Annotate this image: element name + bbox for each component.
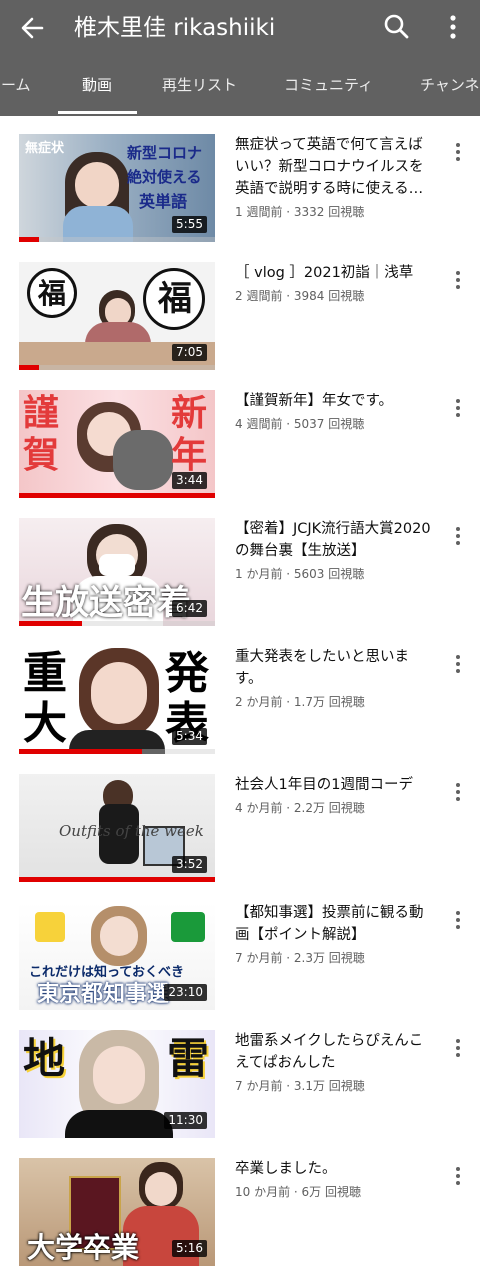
search-button[interactable]: [380, 10, 414, 44]
thumbnail-caption: 重: [23, 648, 67, 699]
video-title[interactable]: 【密着】JCJK流行語大賞2020の舞台裏【生放送】: [235, 518, 435, 562]
video-item[interactable]: これだけは知っておくべき 東京都知事選 23:10 【都知事選】投票前に観る動画…: [0, 884, 480, 1012]
video-thumbnail[interactable]: これだけは知っておくべき 東京都知事選 23:10: [19, 902, 215, 1010]
thumbnail-caption: 絶対使える: [127, 168, 202, 186]
video-meta: 7 か月前 · 3.1万 回視聴: [235, 1079, 365, 1093]
top-row: 椎木里佳 rikashiiki: [0, 0, 480, 56]
video-item[interactable]: 大学卒業 5:16 卒業しました。 10 か月前 · 6万 回視聴: [0, 1140, 480, 1268]
thumbnail-caption: 大学卒業: [27, 1231, 140, 1264]
watch-progress-bar: [19, 493, 215, 498]
video-title[interactable]: 地雷系メイクしたらぴえんこえてぱおんした: [235, 1030, 435, 1074]
channel-app-bar: 椎木里佳 rikashiiki ホーム 動画 再生リスト コミュニティ チャンネ…: [0, 0, 480, 116]
video-more-icon[interactable]: [448, 780, 468, 804]
channel-tabs: ホーム 動画 再生リスト コミュニティ チャンネル: [0, 60, 480, 114]
thumbnail-caption: 年: [171, 435, 208, 476]
video-thumbnail[interactable]: 大学卒業 5:16: [19, 1158, 215, 1266]
watch-progress-bar: [19, 237, 39, 242]
video-title[interactable]: 【謹賀新年】年女です。: [235, 390, 435, 412]
thumbnail-caption: 福: [158, 279, 192, 319]
video-item[interactable]: 生放送密着 6:42 【密着】JCJK流行語大賞2020の舞台裏【生放送】 1 …: [0, 500, 480, 628]
video-more-icon[interactable]: [448, 908, 468, 932]
search-icon: [384, 14, 409, 39]
duration-badge: 7:05: [172, 344, 207, 361]
more-options-button[interactable]: [440, 10, 466, 44]
duration-badge: 6:42: [172, 600, 207, 617]
video-title[interactable]: 【都知事選】投票前に観る動画【ポイント解説】: [235, 902, 435, 946]
video-title[interactable]: 卒業しました。: [235, 1158, 435, 1180]
video-more-icon[interactable]: [448, 1164, 468, 1188]
thumbnail-caption: 東京都知事選: [37, 982, 170, 1007]
thumbnail-caption: 英単語: [139, 192, 188, 211]
duration-badge: 11:30: [164, 1112, 207, 1129]
video-more-icon[interactable]: [448, 1036, 468, 1060]
video-item[interactable]: 無症状 新型コロナ 絶対使える 英単語 5:55 無症状って英語で何て言えばいい…: [0, 116, 480, 244]
watch-progress-track: [19, 237, 215, 242]
duration-badge: 5:55: [172, 216, 207, 233]
video-thumbnail[interactable]: 生放送密着 6:42: [19, 518, 215, 626]
duration-badge: 5:16: [172, 1240, 207, 1257]
video-meta: 1 週間前 · 3332 回視聴: [235, 205, 365, 219]
video-item[interactable]: 福 福 7:05 ［ vlog ］2021初詣｜浅草 2 週間前 · 3984 …: [0, 244, 480, 372]
video-title[interactable]: ［ vlog ］2021初詣｜浅草: [235, 262, 435, 284]
watch-progress-bar: [19, 365, 39, 370]
thumbnail-caption: Outfits of the week: [59, 822, 204, 840]
channel-title: 椎木里佳 rikashiiki: [74, 15, 276, 41]
thumbnail-caption: 雷: [167, 1034, 210, 1083]
tab-playlists[interactable]: 再生リスト: [162, 60, 237, 114]
duration-badge: 3:52: [172, 856, 207, 873]
thumbnail-caption: これだけは知っておくべき: [29, 965, 184, 980]
video-title[interactable]: 社会人1年目の1週間コーデ: [235, 774, 435, 796]
thumbnail-caption: 発: [165, 648, 209, 699]
video-meta: 2 か月前 · 1.7万 回視聴: [235, 695, 365, 709]
video-more-icon[interactable]: [448, 396, 468, 420]
back-button[interactable]: [16, 12, 52, 44]
video-item[interactable]: 重 大 発 表 5:34 重大発表をしたいと思います。 2 か月前 · 1.7万…: [0, 628, 480, 756]
video-meta: 7 か月前 · 2.3万 回視聴: [235, 951, 365, 965]
video-item[interactable]: 地 雷 11:30 地雷系メイクしたらぴえんこえてぱおんした 7 か月前 · 3…: [0, 1012, 480, 1140]
watch-progress-bar: [19, 877, 215, 882]
thumbnail-caption: 大: [23, 698, 67, 749]
more-vert-icon: [450, 15, 456, 39]
video-title[interactable]: 重大発表をしたいと思います。: [235, 646, 435, 690]
video-more-icon[interactable]: [448, 652, 468, 676]
video-meta: 1 か月前 · 5603 回視聴: [235, 567, 365, 581]
video-item[interactable]: 謹 賀 新 年 3:44 【謹賀新年】年女です。 4 週間前 · 5037 回視…: [0, 372, 480, 500]
video-meta: 4 週間前 · 5037 回視聴: [235, 417, 365, 431]
thumbnail-caption: 地: [23, 1034, 66, 1083]
duration-badge: 5:34: [172, 728, 207, 745]
video-more-icon[interactable]: [448, 268, 468, 292]
video-thumbnail[interactable]: 謹 賀 新 年 3:44: [19, 390, 215, 498]
watch-progress-track: [19, 365, 215, 370]
tab-home[interactable]: ホーム: [0, 60, 31, 114]
tab-community[interactable]: コミュニティ: [284, 60, 373, 114]
duration-badge: 23:10: [164, 984, 207, 1001]
thumbnail-caption: 謹: [23, 393, 60, 434]
arrow-left-icon: [21, 17, 44, 39]
thumbnail-caption: 賀: [23, 435, 60, 476]
video-meta: 2 週間前 · 3984 回視聴: [235, 289, 365, 303]
tab-videos[interactable]: 動画: [82, 60, 112, 114]
thumbnail-caption: 新型コロナ: [127, 144, 203, 162]
video-item[interactable]: Outfits of the week 3:52 社会人1年目の1週間コーデ 4…: [0, 756, 480, 884]
duration-badge: 3:44: [172, 472, 207, 489]
video-meta: 10 か月前 · 6万 回視聴: [235, 1185, 361, 1199]
video-more-icon[interactable]: [448, 524, 468, 548]
video-meta: 4 か月前 · 2.2万 回視聴: [235, 801, 365, 815]
thumbnail-caption: 新: [171, 393, 208, 434]
video-thumbnail[interactable]: Outfits of the week 3:52: [19, 774, 215, 882]
thumbnail-caption: 無症状: [25, 141, 65, 156]
watch-progress-bar: [19, 749, 143, 754]
video-thumbnail[interactable]: 無症状 新型コロナ 絶対使える 英単語 5:55: [19, 134, 215, 242]
video-thumbnail[interactable]: 地 雷 11:30: [19, 1030, 215, 1138]
video-thumbnail[interactable]: 重 大 発 表 5:34: [19, 646, 215, 754]
active-tab-indicator: [58, 111, 137, 114]
video-more-icon[interactable]: [448, 140, 468, 164]
tab-channels[interactable]: チャンネル: [420, 60, 480, 114]
thumbnail-caption: 福: [38, 277, 67, 310]
thumbnail-caption: 生放送密着: [21, 583, 191, 623]
video-title[interactable]: 無症状って英語で何て言えばいい？新型コロナウイルスを英語で説明する時に使える…: [235, 134, 435, 200]
watch-progress-bar: [19, 621, 82, 626]
video-thumbnail[interactable]: 福 福 7:05: [19, 262, 215, 370]
